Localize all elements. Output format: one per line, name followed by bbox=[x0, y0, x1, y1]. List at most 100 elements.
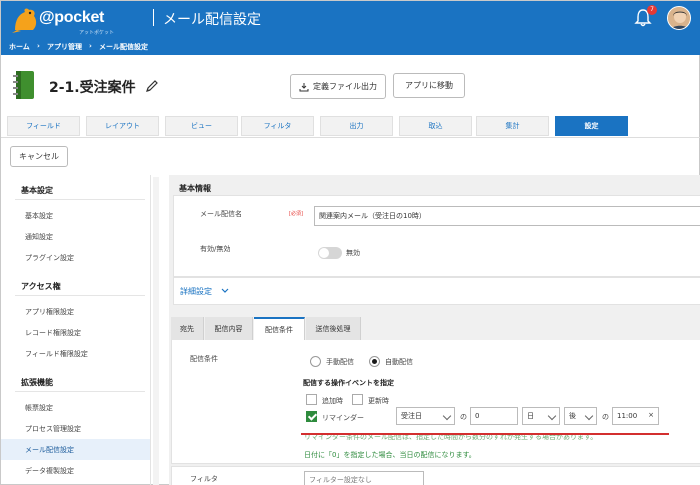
add-checkbox[interactable] bbox=[306, 394, 317, 405]
sidebar-item-process[interactable]: プロセス管理設定 bbox=[1, 418, 150, 439]
enabled-state: 無効 bbox=[346, 249, 360, 257]
tab-import[interactable]: 取込 bbox=[399, 116, 472, 136]
add-label: 追加時 bbox=[322, 397, 343, 405]
export-definition-button[interactable]: 定義ファイル出力 bbox=[290, 74, 386, 99]
direction-value: 後 bbox=[569, 412, 576, 420]
reminder-field-value: 受注日 bbox=[401, 412, 422, 420]
avatar-icon bbox=[668, 7, 690, 29]
pencil-icon[interactable] bbox=[145, 79, 159, 93]
chevron-down-icon bbox=[221, 288, 229, 293]
tab-output[interactable]: 出力 bbox=[320, 116, 393, 136]
manual-radio[interactable] bbox=[310, 356, 321, 367]
detail-settings-link[interactable]: 詳細設定 bbox=[180, 286, 212, 297]
tab-layout[interactable]: レイアウト bbox=[86, 116, 159, 136]
main-content: 基本情報 メール配信名 [必須] 関連案内メール（受注日の10時） 有効/無効 … bbox=[169, 175, 700, 485]
breadcrumb-separator: › bbox=[37, 42, 40, 50]
settings-sidebar: 基本設定 基本設定 通知設定 プラグイン設定 アクセス権 アプリ権限設定 レコー… bbox=[1, 175, 151, 485]
sidebar-item-basic[interactable]: 基本設定 bbox=[1, 205, 150, 226]
sidebar-heading-extensions: 拡張機能 bbox=[21, 378, 53, 387]
subtab-conditions[interactable]: 配信条件 bbox=[254, 317, 305, 340]
reminder-checkbox[interactable] bbox=[306, 411, 317, 422]
sidebar-divider bbox=[15, 295, 145, 296]
sidebar-heading-basic: 基本設定 bbox=[21, 186, 53, 195]
sidebar-item-data-copy[interactable]: データ複製設定 bbox=[1, 460, 150, 481]
notebook-icon bbox=[13, 71, 34, 99]
reminder-label: リマインダー bbox=[322, 414, 364, 422]
auto-label: 自動配信 bbox=[385, 358, 413, 366]
reminder-field-select[interactable]: 受注日 bbox=[396, 407, 455, 425]
breadcrumb-current: メール配信設定 bbox=[99, 43, 148, 51]
sidebar-scrollbar[interactable] bbox=[153, 177, 159, 485]
tab-aggregate[interactable]: 集計 bbox=[476, 116, 549, 136]
zero-day-note: 日付に「0」を指定した場合、当日の配信になります。 bbox=[304, 451, 476, 459]
of-text-2: の bbox=[602, 413, 609, 421]
time-value: 11:00 bbox=[617, 412, 638, 420]
sidebar-item-record-permission[interactable]: レコード権限設定 bbox=[1, 322, 150, 343]
highlight-underline bbox=[301, 433, 669, 435]
enabled-toggle[interactable] bbox=[318, 247, 342, 259]
update-checkbox[interactable] bbox=[352, 394, 363, 405]
sidebar-item-mail-delivery[interactable]: メール配信設定 bbox=[1, 439, 150, 460]
direction-select[interactable]: 後 bbox=[564, 407, 597, 425]
filter-label: フィルタ bbox=[190, 475, 218, 483]
tab-divider bbox=[1, 137, 700, 138]
brand-name: @pocket bbox=[39, 9, 105, 26]
basic-info-heading: 基本情報 bbox=[179, 184, 211, 193]
sidebar-item-app-permission[interactable]: アプリ権限設定 bbox=[1, 301, 150, 322]
header-separator bbox=[153, 9, 154, 26]
sidebar-divider bbox=[15, 199, 145, 200]
subtab-recipients[interactable]: 宛先 bbox=[171, 317, 204, 340]
goto-app-button[interactable]: アプリに移動 bbox=[393, 73, 465, 98]
tab-fields[interactable]: フィールド bbox=[7, 116, 80, 136]
cancel-label: キャンセル bbox=[19, 152, 59, 161]
tab-filter[interactable]: フィルタ bbox=[241, 116, 314, 136]
required-badge: [必須] bbox=[289, 211, 303, 217]
app-title: 2-1.受注案件 bbox=[49, 80, 136, 96]
cancel-button[interactable]: キャンセル bbox=[10, 146, 68, 167]
chevron-down-icon bbox=[584, 411, 594, 421]
detail-settings-bar: 詳細設定 bbox=[173, 277, 700, 305]
user-avatar[interactable] bbox=[667, 6, 691, 30]
auto-radio[interactable] bbox=[369, 356, 380, 367]
sidebar-divider bbox=[15, 391, 145, 392]
filter-select[interactable]: フィルター設定なし bbox=[304, 471, 424, 485]
breadcrumb-app-admin[interactable]: アプリ管理 bbox=[47, 42, 82, 52]
page-title: メール配信設定 bbox=[163, 12, 261, 28]
chevron-down-icon bbox=[547, 411, 557, 421]
unit-select[interactable]: 日 bbox=[522, 407, 560, 425]
tab-view[interactable]: ビュー bbox=[165, 116, 238, 136]
mail-name-input[interactable]: 関連案内メール（受注日の10時） bbox=[314, 206, 700, 226]
top-header: @pocket アットポケット メール配信設定 7 bbox=[1, 1, 700, 39]
brand-subtitle: アットポケット bbox=[79, 30, 115, 36]
sidebar-item-plugin[interactable]: プラグイン設定 bbox=[1, 247, 150, 268]
manual-label: 手動配信 bbox=[326, 358, 354, 366]
conditions-panel: 配信条件 手動配信 自動配信 配信する操作イベントを指定 追加時 更新時 リマイ… bbox=[171, 340, 700, 464]
update-label: 更新時 bbox=[368, 397, 389, 405]
sidebar-item-report[interactable]: 帳票設定 bbox=[1, 397, 150, 418]
event-heading: 配信する操作イベントを指定 bbox=[303, 379, 394, 387]
sidebar-item-field-permission[interactable]: フィールド権限設定 bbox=[1, 343, 150, 364]
offset-input[interactable]: 0 bbox=[470, 407, 518, 425]
sidebar-heading-access: アクセス権 bbox=[21, 282, 61, 291]
tab-settings[interactable]: 設定 bbox=[555, 116, 628, 136]
offset-value: 0 bbox=[475, 412, 480, 420]
mail-name-label: メール配信名 bbox=[200, 210, 242, 218]
filter-panel: フィルタ フィルター設定なし bbox=[171, 466, 700, 485]
breadcrumb: ホーム › アプリ管理 › メール配信設定 bbox=[1, 39, 700, 55]
time-input[interactable]: 11:00 × bbox=[612, 407, 659, 425]
basic-info-panel: メール配信名 [必須] 関連案内メール（受注日の10時） 有効/無効 無効 bbox=[173, 195, 700, 277]
chevron-down-icon bbox=[442, 411, 452, 421]
breadcrumb-home[interactable]: ホーム bbox=[9, 42, 30, 52]
subtab-content[interactable]: 配信内容 bbox=[205, 317, 253, 340]
export-definition-label: 定義ファイル出力 bbox=[313, 82, 377, 91]
notification-badge: 7 bbox=[647, 5, 657, 15]
clear-time-icon[interactable]: × bbox=[648, 411, 654, 419]
conditions-label: 配信条件 bbox=[190, 355, 218, 363]
sidebar-item-notification[interactable]: 通知設定 bbox=[1, 226, 150, 247]
of-text: の bbox=[460, 413, 467, 421]
download-icon bbox=[299, 82, 309, 91]
unit-value: 日 bbox=[527, 412, 534, 420]
breadcrumb-separator: › bbox=[89, 42, 92, 50]
subtab-post-process[interactable]: 送信後処理 bbox=[306, 317, 361, 340]
goto-app-label: アプリに移動 bbox=[405, 81, 453, 90]
